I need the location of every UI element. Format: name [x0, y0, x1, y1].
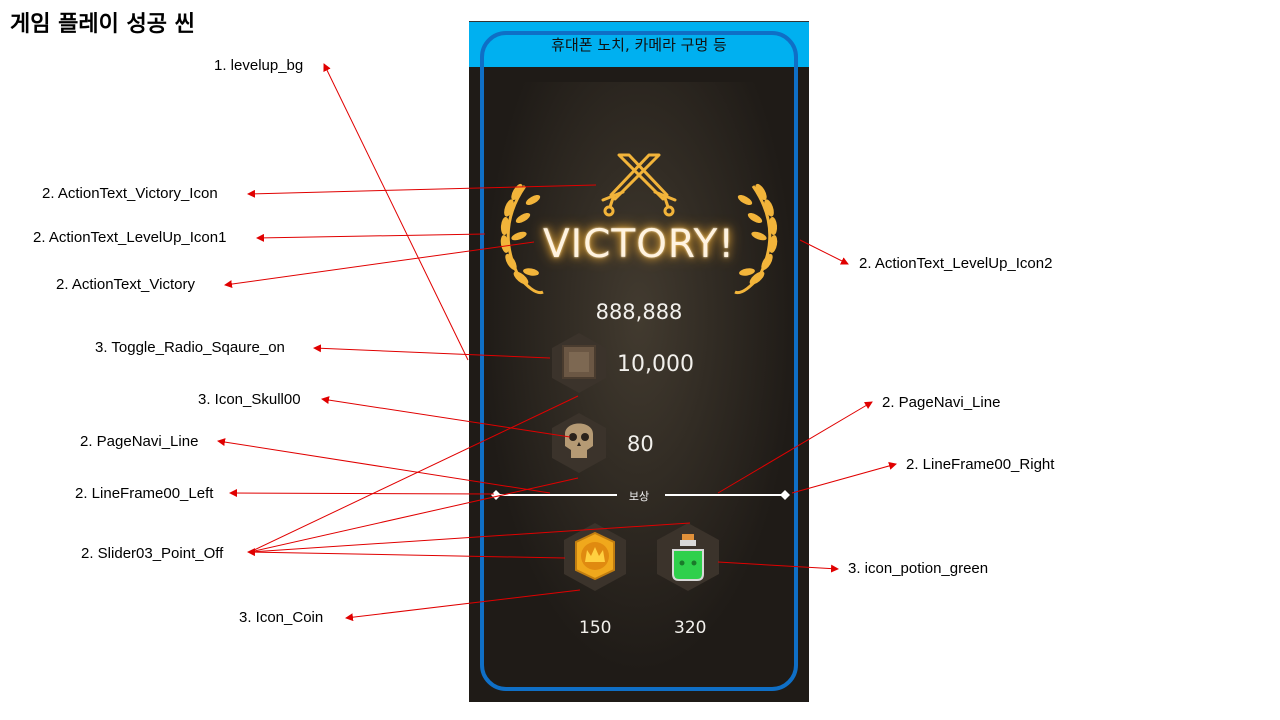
label-lineframe-left: 2. LineFrame00_Left — [75, 485, 214, 502]
kill-count-value: 80 — [627, 432, 654, 456]
label-victory-icon: 2. ActionText_Victory_Icon — [42, 185, 218, 202]
page-title: 게임 플레이 성공 씬 — [10, 12, 195, 37]
coin-count-value: 150 — [579, 618, 612, 638]
reward-label: 보상 — [628, 490, 650, 503]
label-pagenavi-right: 2. PageNavi_Line — [882, 394, 1001, 411]
label-slider-point: 2. Slider03_Point_Off — [81, 545, 224, 562]
skull-icon — [552, 413, 606, 473]
label-toggle-radio: 3. Toggle_Radio_Sqaure_on — [95, 339, 285, 356]
label-levelup-icon2: 2. ActionText_LevelUp_Icon2 — [859, 255, 1053, 272]
potion-count-value: 320 — [674, 618, 707, 638]
arrow-levelup-bg — [323, 63, 469, 361]
crossed-swords-icon — [601, 153, 677, 217]
score-value: 888,888 — [595, 300, 683, 324]
label-icon-potion: 3. icon_potion_green — [848, 560, 989, 577]
label-levelup-bg: 1. levelup_bg — [214, 57, 304, 74]
label-icon-coin: 3. Icon_Coin — [239, 609, 324, 626]
potion-green-icon — [657, 523, 719, 591]
coin-icon — [564, 523, 626, 591]
label-victory: 2. ActionText_Victory — [56, 276, 195, 293]
victory-text: VICTORY! — [543, 222, 735, 267]
label-pagenavi-left: 2. PageNavi_Line — [80, 433, 199, 450]
arrow-levelup-icon1 — [256, 233, 486, 242]
gold-reward-value: 10,000 — [617, 352, 694, 377]
toggle-radio-square-icon — [552, 333, 606, 393]
label-lineframe-right: 2. LineFrame00_Right — [906, 456, 1055, 473]
label-levelup-icon1: 2. ActionText_LevelUp_Icon1 — [33, 229, 227, 246]
arrow-lineframe-left — [229, 489, 495, 498]
phone-screen: 휴대폰 노치, 카메라 구멍 등 VICTORY! 888,888 10,000… — [469, 21, 809, 702]
label-icon-skull: 3. Icon_Skull00 — [198, 391, 301, 408]
